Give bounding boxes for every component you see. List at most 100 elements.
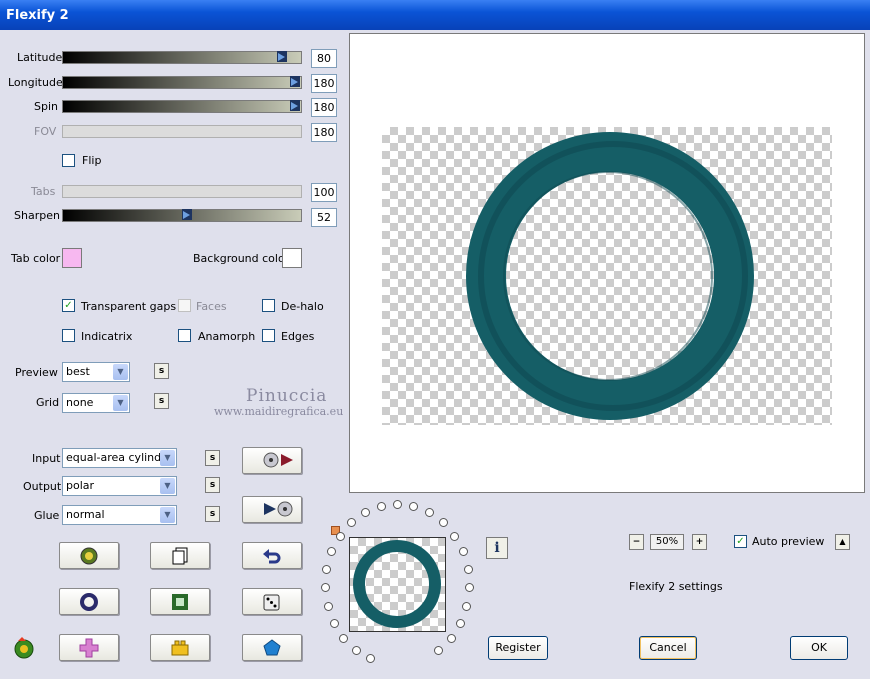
dial-dot[interactable] bbox=[329, 618, 339, 628]
latitude-slider-thumb[interactable] bbox=[277, 51, 287, 62]
faces-checkbox bbox=[178, 299, 191, 312]
glue-select[interactable]: normal ▼ bbox=[62, 505, 177, 525]
ring-icon bbox=[80, 593, 98, 611]
chevron-down-icon[interactable]: ▼ bbox=[160, 450, 175, 466]
glue-label: Glue bbox=[34, 509, 60, 522]
preview-s-button[interactable]: s bbox=[154, 363, 169, 379]
dial-dot[interactable] bbox=[463, 565, 473, 574]
zoom-in-button[interactable]: + bbox=[692, 534, 707, 550]
register-button[interactable]: Register bbox=[488, 636, 548, 660]
grid-select[interactable]: none ▼ bbox=[62, 393, 130, 413]
dial-dot[interactable] bbox=[446, 633, 456, 643]
export-button[interactable] bbox=[242, 496, 302, 523]
flip-checkbox[interactable] bbox=[62, 154, 75, 167]
grid-s-button[interactable]: s bbox=[154, 393, 169, 409]
tab-color-swatch[interactable] bbox=[62, 248, 82, 268]
zoom-out-button[interactable]: − bbox=[629, 534, 644, 550]
grid-label: Grid bbox=[36, 396, 60, 409]
dial-dot[interactable] bbox=[323, 601, 333, 611]
dial-dot[interactable] bbox=[347, 518, 357, 528]
cancel-button[interactable]: Cancel bbox=[639, 636, 697, 660]
dial-dot[interactable] bbox=[464, 583, 474, 593]
chevron-down-icon[interactable]: ▼ bbox=[113, 395, 128, 411]
dial-dot[interactable] bbox=[339, 633, 349, 643]
dial-dot[interactable] bbox=[458, 547, 468, 557]
logo-icon bbox=[12, 636, 36, 663]
fov-value[interactable]: 180 bbox=[311, 123, 337, 142]
spin-slider-thumb[interactable] bbox=[290, 100, 300, 111]
dial-dot[interactable] bbox=[438, 518, 448, 528]
transparent-gaps-checkbox[interactable]: ✓ bbox=[62, 299, 75, 312]
dial-dot[interactable] bbox=[434, 645, 444, 655]
dial-dot[interactable] bbox=[376, 502, 386, 512]
import-button[interactable] bbox=[242, 447, 302, 474]
spin-value[interactable]: 180 bbox=[311, 98, 337, 117]
latitude-value[interactable]: 80 bbox=[311, 49, 337, 68]
tabs-slider bbox=[62, 185, 302, 198]
copy-button[interactable] bbox=[150, 542, 210, 569]
sharpen-slider-thumb[interactable] bbox=[182, 209, 192, 220]
input-select[interactable]: equal-area cylinder ▼ bbox=[62, 448, 177, 468]
window-title: Flexify 2 bbox=[6, 8, 69, 23]
tabs-value[interactable]: 100 bbox=[311, 183, 337, 202]
indicatrix-checkbox[interactable] bbox=[62, 329, 75, 342]
longitude-slider-thumb[interactable] bbox=[290, 76, 300, 87]
import-icon bbox=[263, 452, 293, 468]
edges-checkbox[interactable] bbox=[262, 329, 275, 342]
collapse-button[interactable]: ▲ bbox=[835, 534, 850, 550]
dial-dot[interactable] bbox=[327, 547, 337, 557]
brick-button[interactable] bbox=[150, 634, 210, 661]
dial-dot[interactable] bbox=[409, 502, 419, 512]
dial-dot[interactable] bbox=[335, 531, 345, 541]
auto-preview-label: Auto preview bbox=[752, 535, 825, 548]
dial-dot[interactable] bbox=[351, 645, 361, 655]
output-select[interactable]: polar ▼ bbox=[62, 476, 177, 496]
flip-label: Flip bbox=[82, 154, 102, 167]
dial-dot[interactable] bbox=[322, 565, 332, 574]
gear-icon bbox=[80, 547, 98, 565]
preview-canvas[interactable] bbox=[382, 127, 832, 425]
anamorph-checkbox[interactable] bbox=[178, 329, 191, 342]
ok-button[interactable]: OK bbox=[790, 636, 848, 660]
sharpen-value[interactable]: 52 bbox=[311, 208, 337, 227]
latitude-slider[interactable] bbox=[62, 51, 302, 64]
random-button[interactable] bbox=[242, 588, 302, 615]
longitude-slider[interactable] bbox=[62, 76, 302, 89]
chevron-down-icon[interactable]: ▼ bbox=[160, 507, 175, 523]
polyhedron-button[interactable] bbox=[242, 634, 302, 661]
dial-dot[interactable] bbox=[450, 531, 460, 541]
preview-select[interactable]: best ▼ bbox=[62, 362, 130, 382]
output-s-button[interactable]: s bbox=[205, 477, 220, 493]
dial-dot[interactable] bbox=[360, 508, 370, 518]
ring-shape-button[interactable] bbox=[59, 588, 119, 615]
dial-dot[interactable] bbox=[456, 618, 466, 628]
dial-dot[interactable] bbox=[393, 500, 402, 509]
dial-dot[interactable] bbox=[462, 601, 472, 611]
pentagon-icon bbox=[263, 639, 281, 656]
output-select-value: polar bbox=[66, 479, 95, 492]
dehalo-checkbox[interactable] bbox=[262, 299, 275, 312]
flexify-dialog: Flexify 2 Latitude 80 Longitude 180 Spin… bbox=[0, 0, 870, 679]
sharpen-slider[interactable] bbox=[62, 209, 302, 222]
auto-preview-checkbox[interactable]: ✓ bbox=[734, 535, 747, 548]
copy-icon bbox=[172, 547, 188, 565]
dial-dot[interactable] bbox=[321, 583, 331, 593]
frame-shape-button[interactable] bbox=[150, 588, 210, 615]
input-s-button[interactable]: s bbox=[205, 450, 220, 466]
chevron-down-icon[interactable]: ▼ bbox=[113, 364, 128, 380]
settings-button[interactable] bbox=[59, 542, 119, 569]
zoom-level: 50% bbox=[650, 534, 684, 550]
longitude-value[interactable]: 180 bbox=[311, 74, 337, 93]
faces-label: Faces bbox=[196, 300, 227, 313]
dial-dot[interactable] bbox=[366, 654, 376, 664]
info-button[interactable]: i bbox=[486, 537, 508, 559]
fov-label: FOV bbox=[34, 125, 57, 138]
plus-shape-button[interactable] bbox=[59, 634, 119, 661]
thumbnail-preview[interactable] bbox=[349, 537, 446, 632]
dial-dot[interactable] bbox=[425, 508, 434, 518]
spin-slider[interactable] bbox=[62, 100, 302, 113]
background-color-swatch[interactable] bbox=[282, 248, 302, 268]
glue-s-button[interactable]: s bbox=[205, 506, 220, 522]
chevron-down-icon[interactable]: ▼ bbox=[160, 478, 175, 494]
undo-button[interactable] bbox=[242, 542, 302, 569]
